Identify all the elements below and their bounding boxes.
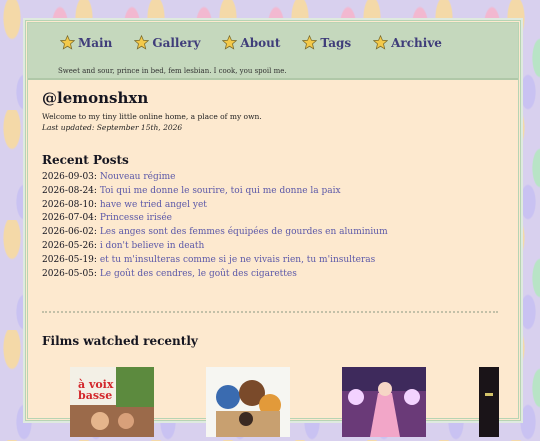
- film-poster[interactable]: [342, 367, 426, 437]
- post-link[interactable]: i don't believe in death: [100, 241, 205, 251]
- list-item: 2026-05-19: et tu m'insulteras comme si …: [42, 254, 388, 268]
- nav-item-archive[interactable]: Archive: [373, 35, 442, 50]
- list-item: 2026-06-02: Les anges sont des femmes éq…: [42, 226, 388, 240]
- nav-item-label: About: [240, 35, 281, 50]
- list-item: 2026-08-24: Toi qui me donne le sourire,…: [42, 185, 388, 199]
- star-icon: [60, 35, 75, 50]
- film-poster[interactable]: à voix basse: [70, 367, 154, 437]
- poster-art-2: [206, 367, 290, 437]
- nav-item-label: Gallery: [152, 35, 201, 50]
- films-heading: Films watched recently: [42, 334, 198, 348]
- last-updated: Last updated: September 15th, 2026: [42, 123, 183, 132]
- list-item: 2026-05-26: i don't believe in death: [42, 240, 388, 254]
- post-link[interactable]: Les anges sont des femmes équipées de go…: [100, 227, 388, 237]
- poster-art-3: [342, 367, 426, 437]
- post-link[interactable]: Nouveau régime: [100, 172, 176, 182]
- nav-menu: Main Gallery About Tags Archive: [60, 35, 464, 50]
- post-link[interactable]: et tu m'insulteras comme si je ne vivais…: [100, 255, 375, 265]
- post-date: 2026-05-05:: [42, 268, 97, 279]
- nav-item-about[interactable]: About: [222, 35, 280, 50]
- nav-item-label: Archive: [391, 35, 442, 50]
- site-title: @lemonshxn: [42, 89, 149, 107]
- post-date: 2026-08-10:: [42, 199, 97, 210]
- nav-item-tags[interactable]: Tags: [302, 35, 351, 50]
- poster-art-4: [479, 367, 499, 437]
- post-link[interactable]: Princesse irisée: [100, 213, 172, 223]
- main-content: @lemonshxn Welcome to my tiny little onl…: [42, 89, 502, 437]
- recent-posts-heading: Recent Posts: [42, 153, 129, 167]
- post-date: 2026-08-24:: [42, 185, 97, 196]
- page-frame: Main Gallery About Tags Archive Sweet an…: [25, 20, 521, 437]
- film-poster[interactable]: [206, 367, 290, 437]
- post-date: 2026-07-04:: [42, 213, 97, 224]
- list-item: 2026-09-03: Nouveau régime: [42, 171, 388, 185]
- nav-item-label: Main: [78, 35, 113, 50]
- star-icon: [134, 35, 150, 50]
- post-date: 2026-05-26:: [42, 240, 97, 251]
- tagline: Sweet and sour, prince in bed, fem lesbi…: [58, 67, 287, 75]
- post-date: 2026-06-02:: [42, 227, 97, 238]
- star-icon: [222, 35, 238, 50]
- nav-item-label: Tags: [320, 35, 352, 50]
- post-date: 2026-05-19:: [42, 254, 97, 265]
- star-icon: [302, 35, 318, 50]
- post-link[interactable]: Le goût des cendres, le goût des cigaret…: [100, 269, 297, 279]
- nav-item-main[interactable]: Main: [60, 35, 112, 50]
- nav-bar: Main Gallery About Tags Archive Sweet an…: [28, 23, 518, 80]
- section-divider: [42, 311, 498, 313]
- post-link[interactable]: Toi qui me donne le sourire, toi qui me …: [100, 186, 341, 196]
- list-item: 2026-05-05: Le goût des cendres, le goût…: [42, 268, 388, 282]
- list-item: 2026-08-10: have we tried angel yet: [42, 199, 388, 213]
- post-date: 2026-09-03:: [42, 172, 97, 182]
- welcome-text: Welcome to my tiny little online home, a…: [42, 112, 262, 121]
- post-link[interactable]: have we tried angel yet: [100, 200, 207, 210]
- film-poster[interactable]: [479, 367, 499, 437]
- star-icon: [373, 35, 389, 50]
- nav-item-gallery[interactable]: Gallery: [134, 35, 200, 50]
- list-item: 2026-07-04: Princesse irisée: [42, 212, 388, 226]
- recent-posts-list: 2026-09-03: Nouveau régime 2026-08-24: T…: [42, 171, 388, 281]
- poster-title: à voix basse: [78, 378, 114, 402]
